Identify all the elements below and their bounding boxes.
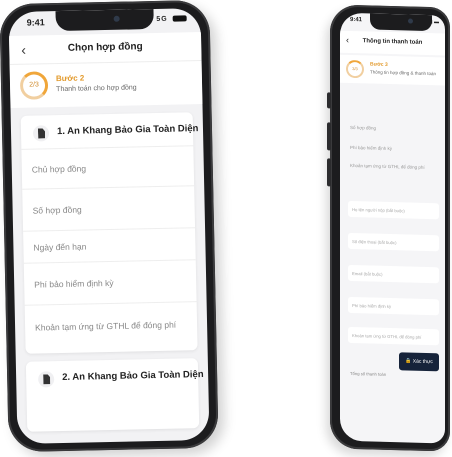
- notch: [55, 9, 154, 32]
- side-button: [327, 158, 331, 187]
- card-title: 2. An Khang Bảo Gia Toàn Diện: [62, 369, 204, 384]
- label-advance-payment: Khoản tạm ứng từ GTHL để đóng phí: [350, 162, 425, 170]
- page-title: Thông tin thanh toán: [362, 38, 423, 46]
- right-screen: 9:41 ▮▮ ▬ ‹ Thông tin thanh toán 3/3 Bướ…: [340, 12, 445, 444]
- step-subtitle: Thanh toán cho hợp đồng: [56, 84, 137, 94]
- total-payment-label: Tổng số thanh toán: [350, 370, 387, 377]
- advance-input[interactable]: Khoản tạm ứng từ GTHL để đóng phí: [348, 326, 439, 346]
- field-contract-number: Số hợp đồng: [22, 186, 196, 232]
- step-indicator: 2/3 Bước 2 Thanh toán cho hợp đồng: [9, 60, 203, 109]
- left-screen: 9:41 ▮▮▮ 5G ‹ Chọn hợp đồng 2/3 Bước 2 T…: [8, 8, 210, 444]
- step-indicator: 3/3 Bước 3 Thông tin hợp đồng & thanh to…: [340, 54, 445, 86]
- verify-button[interactable]: 🔒 Xác thực: [399, 352, 439, 372]
- progress-ring: 2/3: [19, 71, 49, 100]
- card-header: 2. An Khang Bảo Gia Toàn Diện: [26, 358, 204, 396]
- contract-card-2[interactable]: 2. An Khang Bảo Gia Toàn Diện: [25, 358, 204, 432]
- document-icon: [32, 125, 50, 142]
- card-title: 1. An Khang Bảo Gia Toàn Diện: [56, 123, 199, 138]
- page-title: Chọn hợp đồng: [67, 41, 143, 54]
- app-header: ‹ Chọn hợp đồng: [9, 32, 202, 65]
- step-title: Bước 3: [370, 61, 388, 68]
- progress-ring: 3/3: [346, 59, 364, 79]
- phone-left: 9:41 ▮▮▮ 5G ‹ Chọn hợp đồng 2/3 Bước 2 T…: [0, 0, 219, 453]
- document-icon: [38, 371, 55, 388]
- side-button: [327, 92, 331, 109]
- email-input[interactable]: Email (bắt buộc): [348, 264, 439, 284]
- verify-button-label: Xác thực: [412, 358, 433, 366]
- status-time: 9:41: [26, 17, 45, 28]
- field-periodic-premium: Phí bảo hiểm định kỳ: [23, 260, 197, 306]
- field-due-date: Ngày đến hạn: [23, 228, 196, 264]
- phone-number-input[interactable]: Số điện thoại (bắt buộc): [348, 232, 439, 252]
- battery-icon: [172, 15, 187, 22]
- camera-icon: [113, 15, 120, 22]
- network-label: 5G: [156, 15, 168, 23]
- step-title: Bước 2: [55, 73, 85, 84]
- card-header: 1. An Khang Bảo Gia Toàn Diện: [20, 112, 199, 150]
- field-advance-payment: Khoản tạm ứng từ GTHL để đóng phí: [35, 319, 177, 333]
- premium-input[interactable]: Phí bảo hiểm định kỳ: [348, 296, 439, 316]
- notch: [370, 13, 432, 32]
- status-time: 9:41: [350, 16, 363, 24]
- label-contract-number: Số hợp đồng: [350, 124, 376, 131]
- payer-name-input[interactable]: Họ tên người nộp (bắt buộc): [348, 200, 439, 220]
- phone-right: 9:41 ▮▮ ▬ ‹ Thông tin thanh toán 3/3 Bướ…: [327, 4, 450, 452]
- camera-icon: [408, 18, 413, 24]
- step-subtitle: Thông tin hợp đồng & thanh toán: [370, 69, 437, 77]
- field-contract-owner: Chủ hợp đồng: [21, 146, 195, 190]
- label-periodic-premium: Phí bảo hiểm định kỳ: [350, 144, 393, 152]
- contract-card-1[interactable]: 1. An Khang Bảo Gia Toàn Diện Chủ hợp đồ…: [20, 112, 199, 354]
- app-header: ‹ Thông tin thanh toán: [340, 30, 445, 56]
- side-button: [327, 122, 331, 151]
